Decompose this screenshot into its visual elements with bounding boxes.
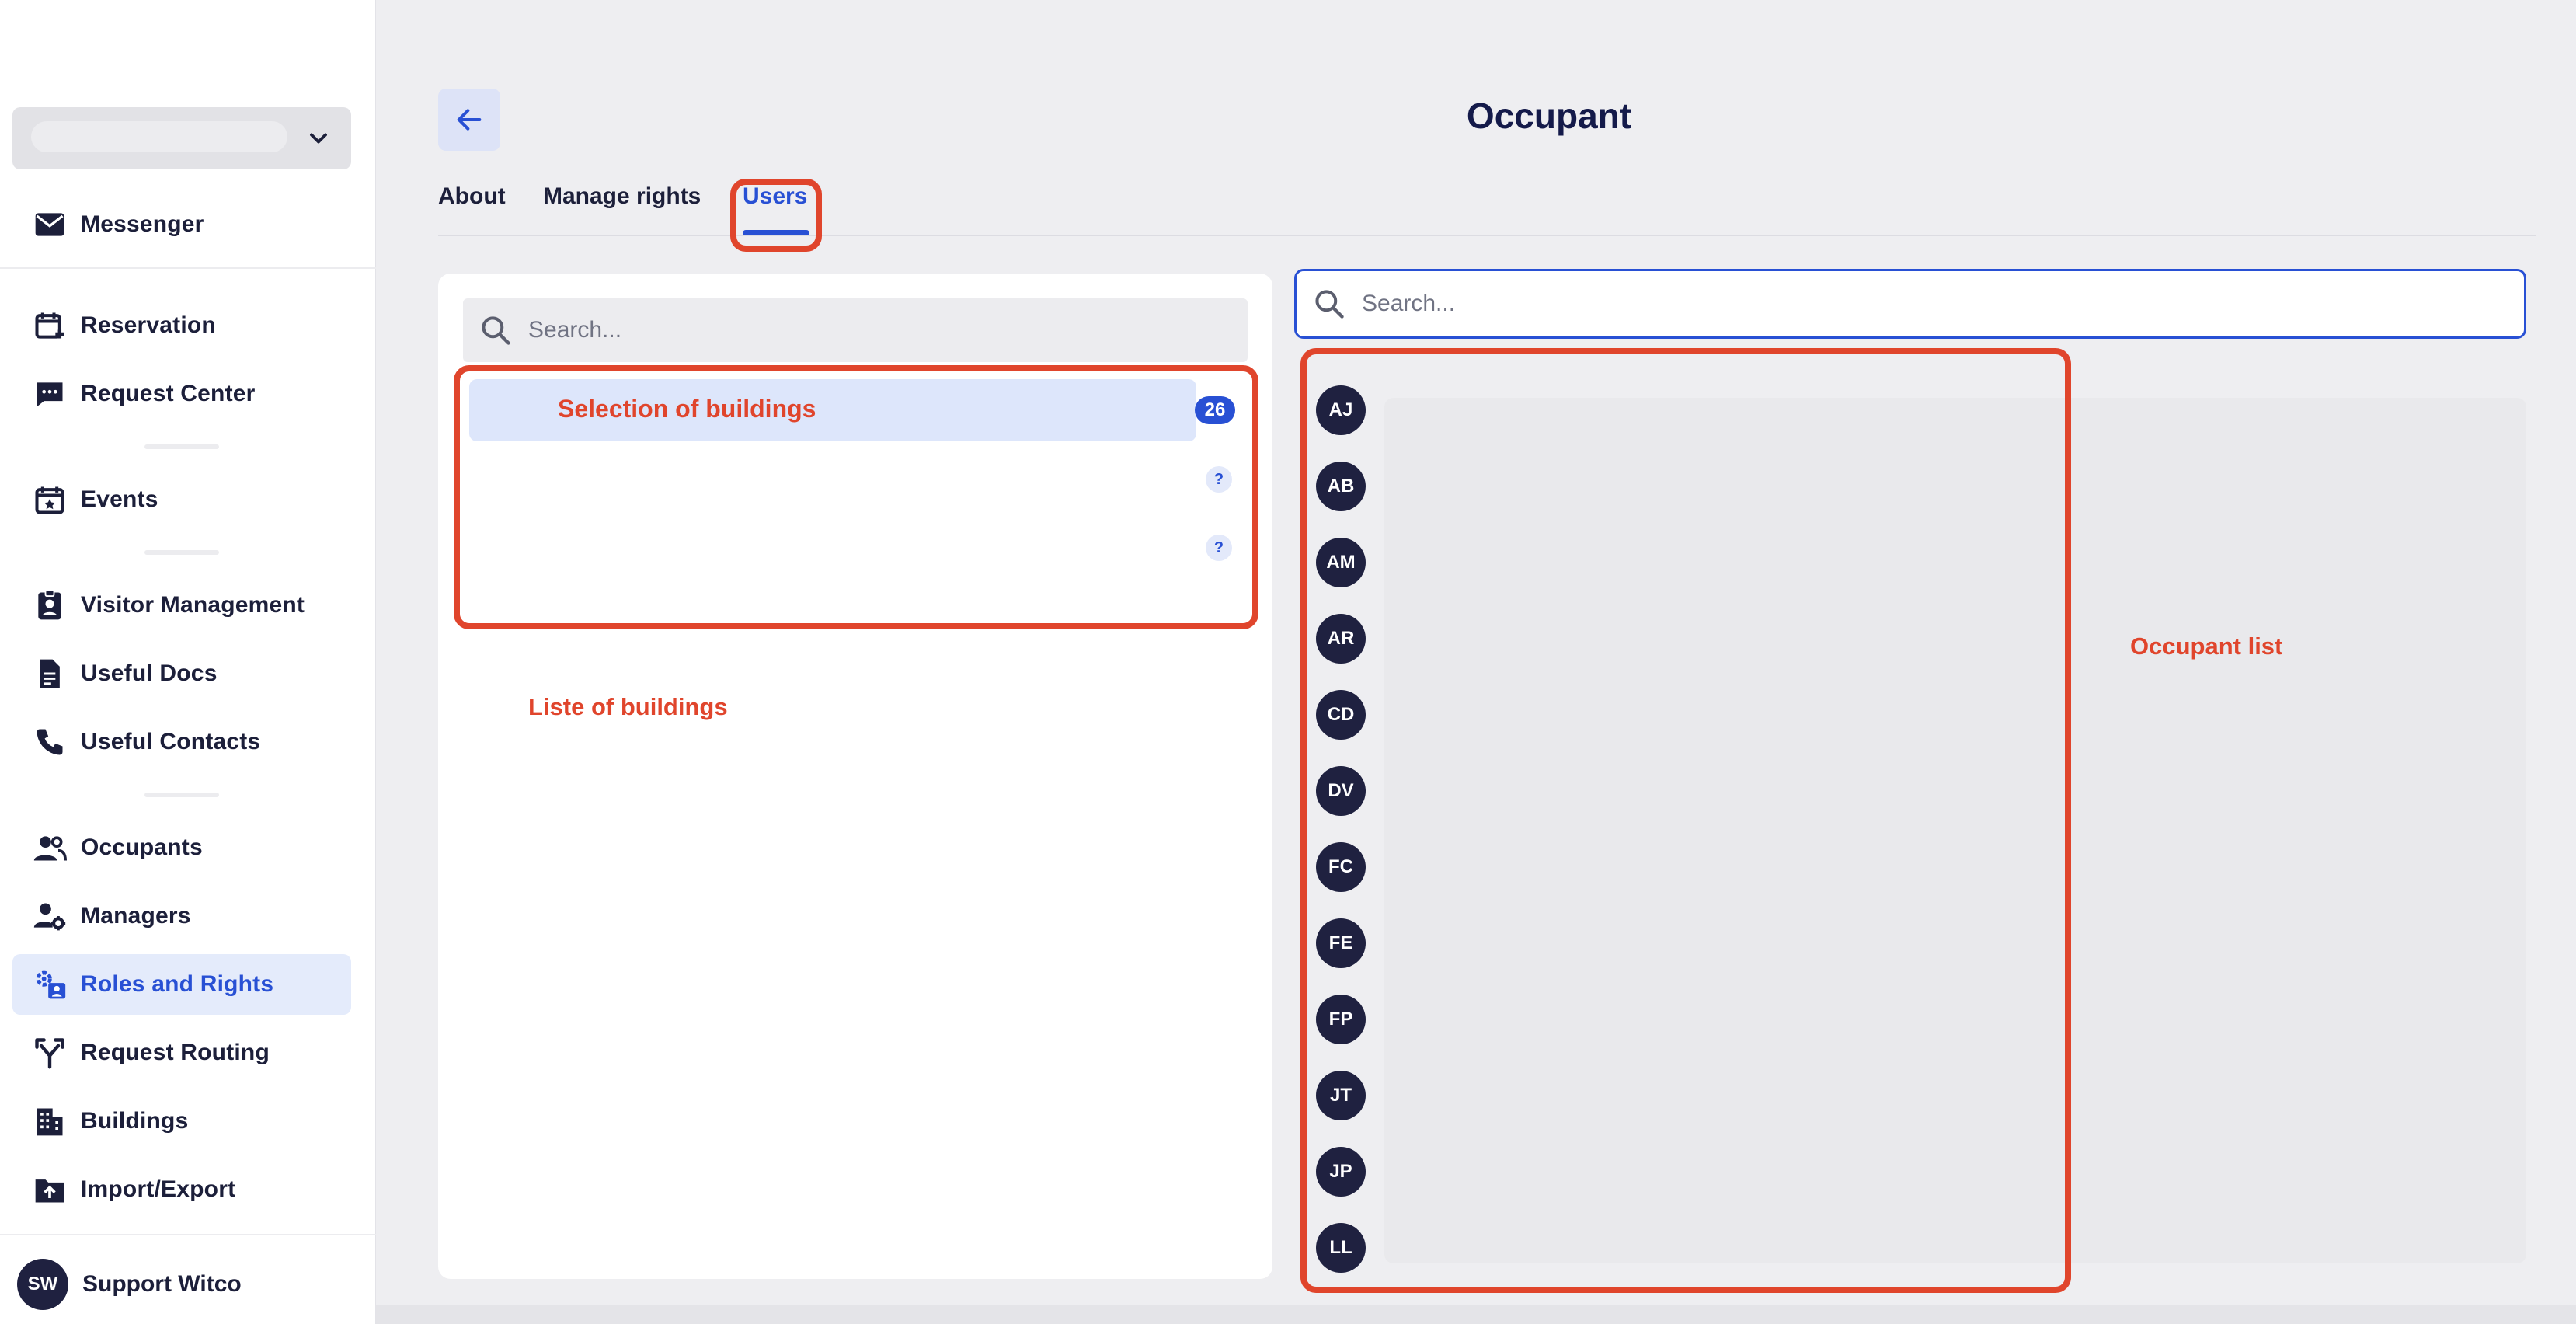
bottom-edge	[376, 1305, 2576, 1324]
occupants-search-input[interactable]	[1362, 291, 1983, 317]
building-row[interactable]: ?	[469, 516, 1246, 578]
occupant-avatar[interactable]: AB	[1316, 462, 1366, 511]
occupant-avatar[interactable]: FE	[1316, 918, 1366, 968]
phone-icon	[37, 729, 63, 755]
occupant-avatar[interactable]: AJ	[1316, 385, 1366, 435]
sidebar-item-request-center[interactable]: Request Center	[12, 364, 351, 424]
buildings-search[interactable]	[463, 298, 1248, 362]
building-unknown-badge: ?	[1206, 466, 1232, 493]
organization-name-blurred	[31, 121, 287, 152]
building-selection-count-area: 26	[469, 379, 1246, 441]
sidebar-item-reservation[interactable]: Reservation	[12, 295, 351, 356]
occupant-avatar[interactable]: FP	[1316, 995, 1366, 1044]
sidebar-item-label: Buildings	[81, 1108, 189, 1134]
occupant-list-redacted	[1384, 398, 2526, 1263]
sidebar-group-separator	[144, 550, 219, 555]
search-icon	[1315, 290, 1344, 319]
arrow-left-icon	[457, 109, 482, 131]
annotation-occupant-list: Occupant list	[2130, 632, 2283, 660]
tabs-divider	[438, 235, 2536, 236]
sidebar-item-request-routing[interactable]: Request Routing	[12, 1023, 351, 1083]
sidebar-group-separator	[144, 793, 219, 797]
sidebar-item-roles-and-rights[interactable]: Roles and Rights	[12, 954, 351, 1015]
occupant-avatar[interactable]: AM	[1316, 538, 1366, 587]
page-title: Occupant	[1466, 96, 1632, 136]
badge-icon	[38, 589, 61, 620]
sidebar-item-label: Roles and Rights	[81, 971, 274, 997]
sidebar-divider	[0, 1234, 376, 1235]
sidebar-item-label: Request Routing	[81, 1040, 270, 1065]
occupant-avatar[interactable]: FC	[1316, 842, 1366, 892]
occupant-avatar[interactable]: LL	[1316, 1223, 1366, 1273]
occupant-avatar[interactable]: JP	[1316, 1147, 1366, 1197]
people-icon	[33, 836, 67, 861]
sidebar-item-managers[interactable]: Managers	[12, 886, 351, 946]
sidebar-item-label: Useful Docs	[81, 660, 218, 686]
sidebar-item-label: Managers	[81, 903, 191, 929]
upload-folder-icon	[35, 1179, 64, 1203]
sidebar-item-label: Import/Export	[81, 1176, 236, 1202]
sidebar-item-buildings[interactable]: Buildings	[12, 1091, 351, 1152]
user-gear-icon	[33, 903, 66, 931]
roles-icon	[36, 970, 66, 999]
routing-icon	[35, 1038, 64, 1069]
building-row[interactable]: ?	[469, 448, 1246, 510]
building-unknown-badge: ?	[1206, 535, 1232, 561]
sidebar-item-label: Reservation	[81, 312, 216, 338]
sidebar-item-occupants[interactable]: Occupants	[12, 817, 351, 878]
document-icon	[40, 659, 60, 688]
organization-select[interactable]	[12, 107, 351, 169]
sidebar-item-visitor-management[interactable]: Visitor Management	[12, 575, 351, 636]
annotation-buildings-list: Liste of buildings	[528, 693, 728, 720]
building-count-badge: 26	[1195, 396, 1235, 424]
mail-icon	[35, 213, 64, 236]
buildings-panel: Selection of buildings 26 ? ?	[438, 274, 1272, 1279]
chat-icon	[37, 382, 63, 407]
sidebar-item-import-export[interactable]: Import/Export	[12, 1159, 351, 1220]
back-button[interactable]	[438, 89, 500, 151]
calendar-plus-icon	[35, 312, 64, 339]
occupants-search[interactable]	[1294, 269, 2526, 339]
sidebar-item-label: Occupants	[81, 834, 203, 860]
current-user[interactable]: SW Support Witco	[12, 1254, 242, 1315]
occupant-avatar[interactable]: AR	[1316, 614, 1366, 664]
chevron-down-icon	[310, 133, 327, 144]
sidebar-item-label: Useful Contacts	[81, 729, 261, 754]
occupant-avatar[interactable]: DV	[1316, 766, 1366, 816]
occupant-avatar[interactable]: CD	[1316, 690, 1366, 740]
sidebar-divider	[0, 267, 376, 269]
sidebar-item-label: Request Center	[81, 381, 256, 406]
user-name: Support Witco	[82, 1271, 242, 1297]
tab-manage-rights[interactable]: Manage rights	[543, 183, 701, 210]
sidebar-item-messenger[interactable]: Messenger	[12, 194, 351, 255]
occupant-avatar[interactable]: JT	[1316, 1071, 1366, 1120]
sidebar-item-useful-docs[interactable]: Useful Docs	[12, 643, 351, 704]
buildings-search-input[interactable]	[528, 317, 1150, 343]
sidebar-item-label: Messenger	[81, 211, 204, 237]
calendar-star-icon	[35, 486, 64, 514]
tab-about[interactable]: About	[438, 183, 506, 210]
building-icon	[37, 1108, 63, 1136]
sidebar-item-useful-contacts[interactable]: Useful Contacts	[12, 712, 351, 772]
sidebar-item-label: Events	[81, 486, 158, 512]
sidebar-item-label: Visitor Management	[81, 592, 305, 618]
sidebar-group-separator	[144, 444, 219, 449]
sidebar-item-events[interactable]: Events	[12, 469, 351, 530]
search-icon	[482, 316, 510, 345]
sidebar: Messenger Reservation Request Center Eve…	[0, 0, 376, 1324]
avatar: SW	[17, 1259, 68, 1310]
tab-users[interactable]: Users	[743, 183, 807, 210]
